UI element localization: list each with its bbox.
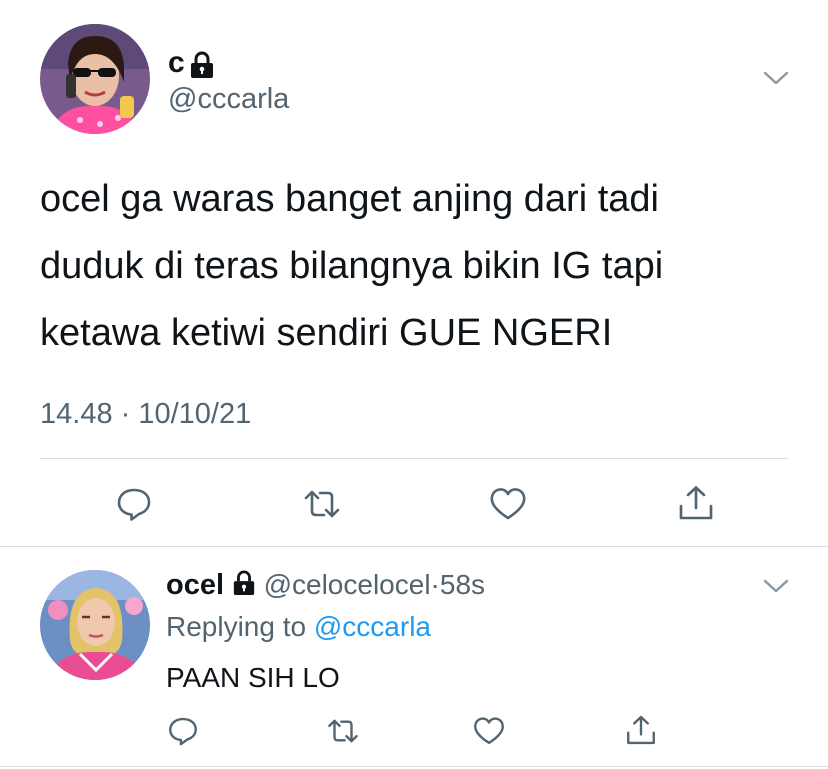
share-icon[interactable] bbox=[624, 714, 658, 748]
reply-icon[interactable] bbox=[114, 484, 154, 524]
avatar-image bbox=[40, 24, 150, 134]
replying-label: Replying to bbox=[166, 611, 314, 642]
chevron-down-icon[interactable] bbox=[762, 68, 790, 88]
author-handle[interactable]: @cccarla bbox=[168, 82, 289, 116]
display-name[interactable]: c bbox=[168, 46, 185, 79]
chevron-down-icon[interactable] bbox=[762, 576, 790, 596]
tweet-timestamp[interactable]: 14.48 · 10/10/21 bbox=[40, 398, 251, 431]
like-icon[interactable] bbox=[472, 714, 506, 748]
lock-icon bbox=[232, 570, 256, 604]
tweet-separator bbox=[0, 546, 828, 547]
lock-icon bbox=[189, 51, 215, 84]
tweet-text-line: ketawa ketiwi sendiri GUE NGERI bbox=[40, 312, 613, 354]
bottom-divider bbox=[0, 766, 828, 767]
tweet-text: ocel ga waras banget anjing dari tadi du… bbox=[40, 166, 800, 367]
reply-author-row: ocel @celocelocel·58s bbox=[166, 568, 485, 604]
avatar[interactable] bbox=[40, 24, 150, 134]
mention-link[interactable]: @cccarla bbox=[314, 611, 431, 642]
divider bbox=[40, 458, 788, 459]
author-row: c bbox=[168, 46, 215, 84]
avatar[interactable] bbox=[40, 570, 150, 680]
avatar-image bbox=[40, 570, 150, 680]
display-name[interactable]: ocel bbox=[166, 569, 224, 601]
tweet-text-line: ocel ga waras banget anjing dari tadi bbox=[40, 178, 659, 220]
author-handle[interactable]: @celocelocel bbox=[264, 569, 431, 600]
share-icon[interactable] bbox=[676, 484, 716, 524]
retweet-icon[interactable] bbox=[326, 714, 360, 748]
reply-text: PAAN SIH LO bbox=[166, 662, 340, 693]
like-icon[interactable] bbox=[488, 484, 528, 524]
tweet-text-line: duduk di teras bilangnya bikin IG tapi bbox=[40, 245, 664, 287]
separator-dot: · bbox=[430, 569, 440, 600]
time-ago[interactable]: 58s bbox=[440, 569, 485, 600]
retweet-icon[interactable] bbox=[302, 484, 342, 524]
replying-to: Replying to @cccarla bbox=[166, 610, 431, 644]
reply-icon[interactable] bbox=[166, 714, 200, 748]
